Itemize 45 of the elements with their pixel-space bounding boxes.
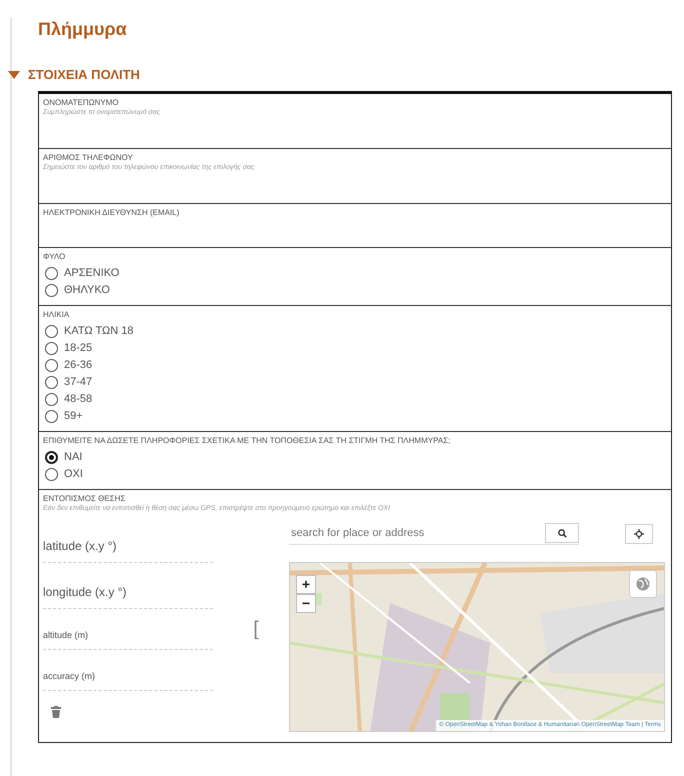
radio-button[interactable] [45,342,58,354]
field-label: ΦΥΛΟ [43,250,66,262]
option-label: ΑΡΣΕΝΙΚΟ [64,266,120,281]
search-button[interactable] [545,523,579,543]
coordinate-field[interactable]: altitude (m) [43,608,213,650]
field-label: ΗΛΕΚΤΡΟΝΙΚΗ ΔΙΕΥΘΥΝΣΗ (EMAIL) [43,206,180,218]
crosshair-icon [634,528,644,538]
radio-button[interactable] [45,324,58,338]
field-label: ΑΡΙΘΜΟΣ ΤΗΛΕΦΩΝΟΥ [43,152,134,162]
option-label: ΚΑΤΩ ΤΩΝ 18 [64,324,134,339]
search-icon [558,528,566,538]
zoom-out-button[interactable]: − [296,594,316,612]
radio-button[interactable] [45,410,58,422]
option-label: ΘΗΛΥΚΟ [64,282,110,298]
option-label: 59+ [64,408,83,424]
radio-button[interactable] [45,468,58,480]
radio-button[interactable] [45,450,58,464]
layers-button[interactable] [629,570,657,598]
trash-icon[interactable] [51,706,61,718]
field-label: ΕΠΙΘΥΜΕΙΤΕ ΝΑ ΔΩΣΕΤΕ ΠΛΗΡΟΦΟΡΙΕΣ ΣΧΕΤΙΚΑ ΜΕ ΤΗΝ ΤΟΠΟΘΕΣΙΑ ΣΑΣ ΤΗ ΣΤΙΓΜΗ ΤΗΣ ΠΛΗΜΜΥΡΑΣ; [43,434,452,446]
bracket-mark: [ [253,617,259,642]
search-field[interactable]: search for place or address [289,524,545,542]
radio-button[interactable] [45,284,58,296]
coordinate-field[interactable]: latitude (x.y °) [43,516,213,562]
radio-button[interactable] [45,266,58,280]
page-title: Πλήμμυρα [38,18,128,41]
radio-button[interactable] [45,358,58,372]
option-label: 37-47 [64,374,92,390]
option-label: 48-58 [64,392,92,407]
radio-button[interactable] [45,376,58,388]
option-label: 18-25 [64,340,92,356]
field-label: ΗΛΙΚΙΑ [43,308,70,320]
option-label: ΟΧΙ [64,466,83,482]
locate-button[interactable] [625,524,653,544]
field-label: ΕΝΤΟΠΙΣΜΟΣ ΘΕΣΗΣ [43,492,126,504]
radio-button[interactable] [45,392,58,406]
caret-icon[interactable] [8,70,20,79]
field-label: ΟΝΟΜΑΤΕΠΩΝΥΜΟ [43,96,120,108]
globe-icon [636,576,650,590]
coordinate-field[interactable]: longitude (x.y °) [43,562,213,608]
option-label: ΝΑΙ [64,450,82,465]
coordinate-field[interactable]: accuracy (m) [43,650,213,690]
section-heading: ΣΤΟΙΧΕΙΑ ΠΟΛΙΤΗ [28,66,140,84]
option-label: 26-36 [64,358,92,373]
zoom-in-button[interactable]: + [296,574,316,594]
